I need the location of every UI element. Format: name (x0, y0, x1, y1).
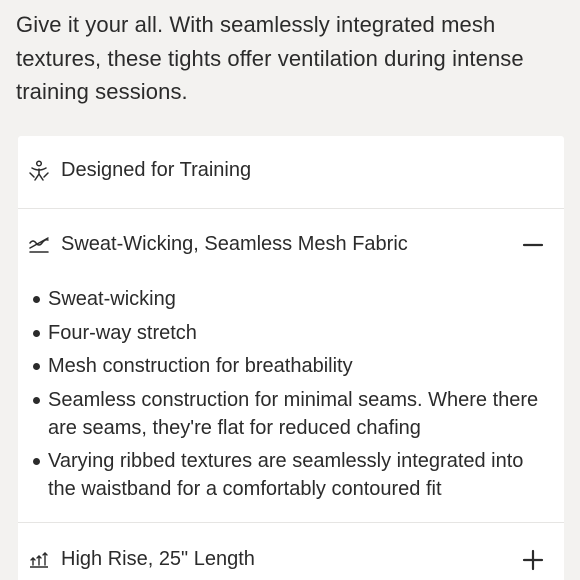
feature-label: Sweat-Wicking, Seamless Mesh Fabric (61, 233, 408, 255)
feature-label: Designed for Training (61, 159, 252, 181)
expand-icon[interactable] (522, 549, 544, 571)
list-item: Seamless construction for minimal seams.… (30, 386, 550, 442)
training-figure-icon (28, 160, 50, 182)
feature-bullet-list: Sweat-wicking Four-way stretch Mesh cons… (30, 285, 550, 509)
feature-label: High Rise, 25" Length (61, 548, 255, 570)
list-item: Varying ribbed textures are seamlessly i… (30, 447, 550, 503)
feature-row-sweat-wicking[interactable]: Sweat-Wicking, Seamless Mesh Fabric (18, 209, 564, 279)
list-item: Mesh construction for breathability (30, 352, 550, 380)
feature-accordion: Designed for Training Sweat-Wicking, Sea… (18, 136, 564, 580)
list-item: Sweat-wicking (30, 285, 550, 313)
list-item: Four-way stretch (30, 319, 550, 347)
product-details-page: Give it your all. With seamlessly integr… (0, 0, 580, 580)
feature-row-high-rise[interactable]: High Rise, 25" Length (18, 523, 564, 580)
product-description: Give it your all. With seamlessly integr… (16, 12, 524, 104)
rise-length-icon (28, 549, 50, 571)
collapse-icon[interactable] (522, 234, 544, 256)
feature-row-designed-for-training: Designed for Training (18, 136, 564, 208)
fabric-wave-icon (28, 234, 50, 256)
